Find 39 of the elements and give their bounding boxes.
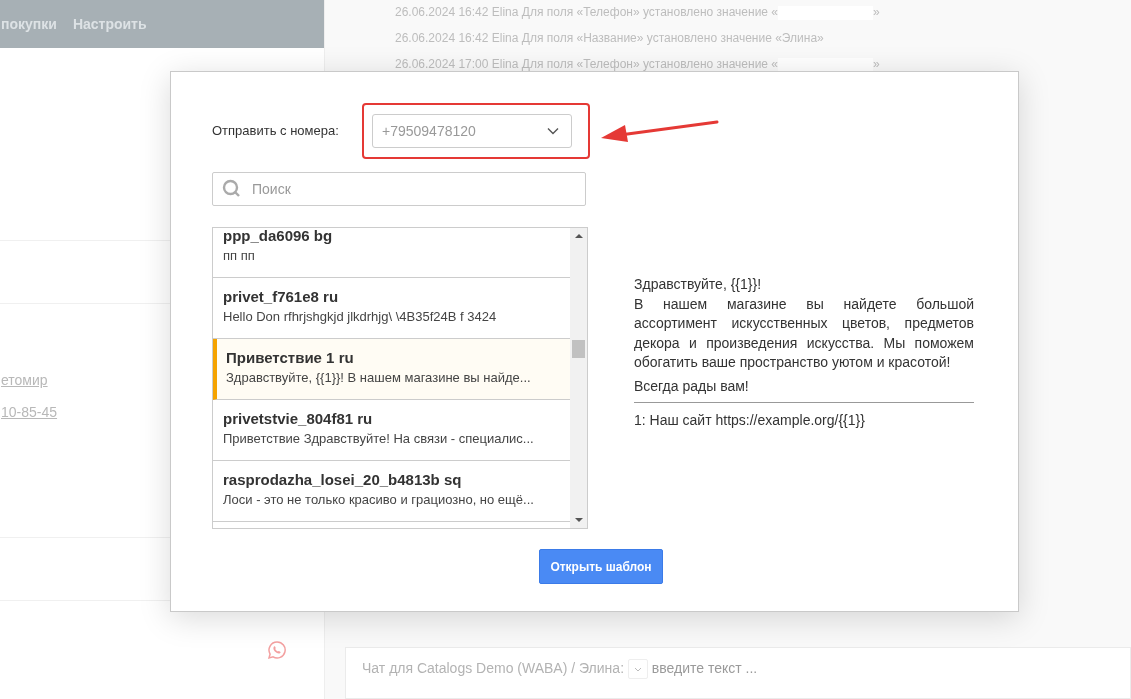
whatsapp-icon[interactable] bbox=[267, 640, 287, 660]
template-item[interactable]: Приветствие 1 ru Здравствуйте, {{1}}! В нашем магазине вы найде... bbox=[213, 339, 570, 400]
preview-greeting: Здравствуйте, {{1}}! bbox=[634, 275, 763, 294]
scrollbar[interactable] bbox=[570, 228, 587, 528]
sender-select[interactable]: +79509478120 bbox=[372, 114, 572, 148]
quote-mark: » bbox=[873, 57, 880, 71]
template-preview: Здравствуйте, {{1}}! В нашем магазине вы найде... bbox=[226, 369, 532, 387]
chat-link[interactable]: Чат bbox=[362, 660, 386, 676]
contact-link[interactable]: етомир bbox=[1, 370, 48, 391]
contact-link[interactable]: 10-85-45 bbox=[1, 402, 58, 423]
template-name: privetstvie_804f81 ru bbox=[223, 409, 374, 429]
preview-button-text: 1: Наш сайт https://example.org/{{1}} bbox=[634, 411, 866, 430]
template-preview: пп пп bbox=[223, 247, 256, 265]
colon-label: : bbox=[620, 660, 624, 676]
chat-for-label: для bbox=[389, 660, 414, 676]
template-name: Приветствие 1 ru bbox=[226, 348, 355, 368]
search-box[interactable]: Поиск bbox=[212, 172, 586, 206]
scroll-thumb[interactable] bbox=[572, 340, 585, 358]
scroll-down-icon[interactable] bbox=[575, 518, 583, 522]
preview-text: В нашем магазине вы найдете большой ассортимент искусственных цветов, предметов декора и произведения искусства. Мы поможем обогатить ваше пространство уютом и красотой! bbox=[634, 294, 974, 372]
quote-mark: » bbox=[873, 5, 880, 19]
template-preview: Лоси - это не только красиво и грациозно, но ещё... bbox=[223, 491, 535, 509]
scroll-up-icon[interactable] bbox=[575, 234, 583, 238]
open-template-button[interactable]: Открыть шаблон bbox=[539, 549, 663, 584]
template-preview: Приветствие Здравствуйте! На связи - специалис... bbox=[223, 430, 535, 448]
history-entry: 26.06.2024 16:42 Elina Для поля «Название» установлено значение «Элина» bbox=[395, 31, 824, 45]
history-entry: 26.06.2024 17:00 Elina Для поля «Телефон» установлено значение « bbox=[395, 57, 779, 71]
history-entry: 26.06.2024 16:42 Elina Для поля «Телефон» установлено значение « bbox=[395, 5, 779, 19]
sender-label: Отправить с номера: bbox=[212, 122, 340, 141]
preview-closing: Всегда рады вам! bbox=[634, 376, 750, 396]
search-icon bbox=[222, 179, 242, 199]
message-field[interactable]: введите текст ... bbox=[651, 658, 952, 679]
template-name: privet_f761e8 ru bbox=[223, 287, 340, 307]
template-name: ppp_da6096 bg bbox=[223, 228, 334, 246]
template-name: rasprodazha_losei_20_b4813b sq bbox=[223, 470, 463, 490]
chevron-down-icon bbox=[547, 127, 559, 135]
chevron-down-icon bbox=[633, 666, 642, 672]
channel-select[interactable] bbox=[627, 659, 648, 680]
template-preview: Hello Don rfhrjshgkjd jlkdrhjg\ \4B35f24B f 3424 bbox=[223, 308, 498, 326]
